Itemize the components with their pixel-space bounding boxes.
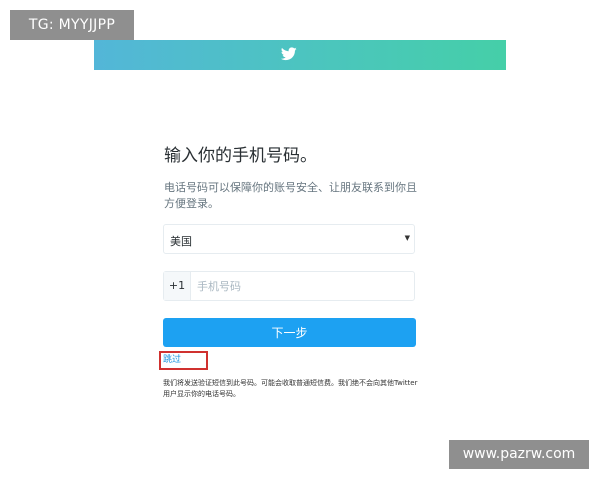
description-text: 电话号码可以保障你的账号安全、让朋友联系到你且方便登录。 <box>164 181 417 210</box>
tg-badge: TG: MYYJJPP <box>10 10 134 40</box>
country-select[interactable]: 美国 ▼ <box>163 224 415 254</box>
twitter-bird-icon <box>281 47 297 61</box>
skip-link[interactable]: 跳过 <box>163 354 181 366</box>
country-select-value: 美国 <box>170 235 192 248</box>
disclaimer-text: 我们将发送验证短信到此号码。可能会收取普通短信费。我们绝不会向其他Twitter… <box>163 379 418 398</box>
phone-number-input[interactable] <box>194 272 408 300</box>
country-code-prefix: +1 <box>164 272 191 300</box>
next-button[interactable]: 下一步 <box>163 318 416 347</box>
page-title: 输入你的手机号码。 <box>164 146 317 166</box>
phone-input-group: +1 <box>163 271 415 301</box>
watermark: www.pazrw.com <box>449 440 589 469</box>
caret-down-icon: ▼ <box>404 234 410 242</box>
header-bar <box>94 40 506 70</box>
